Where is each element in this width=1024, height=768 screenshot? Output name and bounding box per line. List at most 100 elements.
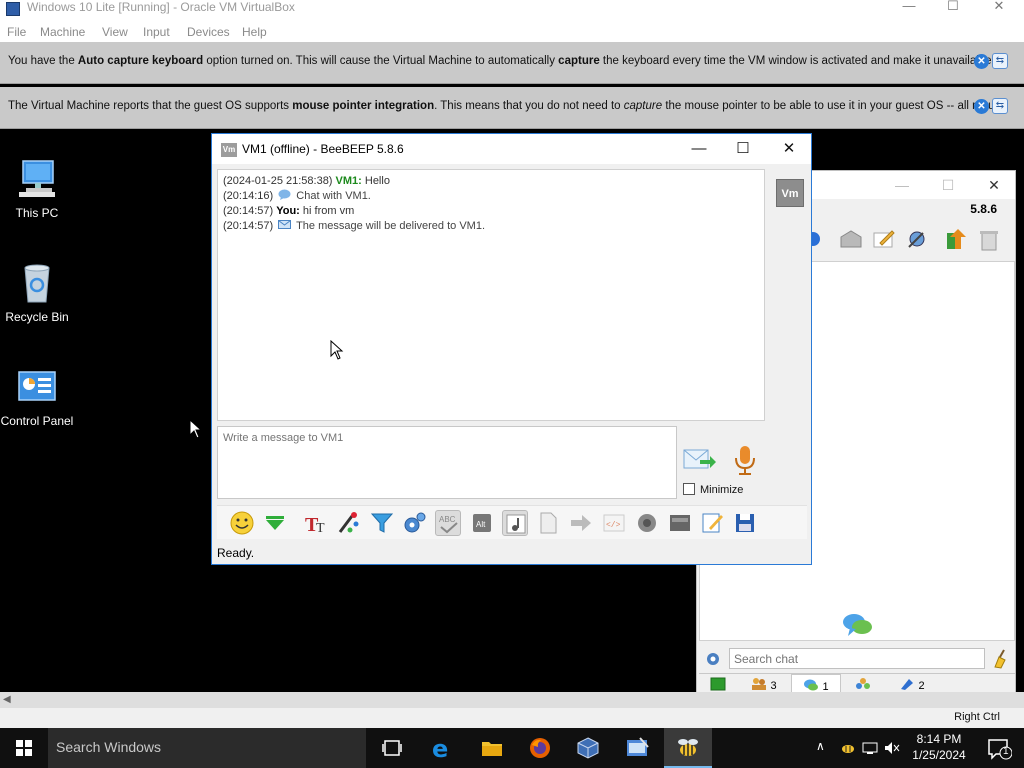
- beebeep-tray-icon[interactable]: [840, 740, 856, 756]
- files-icon: [901, 679, 914, 690]
- home-icon: [710, 677, 726, 691]
- minimize-checkbox[interactable]: [683, 483, 695, 495]
- menu-input[interactable]: Input: [143, 25, 170, 39]
- menu-devices[interactable]: Devices: [187, 25, 230, 39]
- chat-settings-button[interactable]: [402, 510, 428, 536]
- update-icon[interactable]: [944, 227, 968, 251]
- network-tray-icon[interactable]: [862, 740, 878, 756]
- virtualbox-cube-icon: [577, 737, 599, 759]
- menu-machine[interactable]: Machine: [40, 25, 85, 39]
- menu-view[interactable]: View: [102, 25, 128, 39]
- tab-count: 2: [918, 680, 925, 692]
- alt-button[interactable]: Alt: [469, 510, 495, 536]
- virtualbox-button[interactable]: [564, 728, 612, 768]
- avatar[interactable]: Vm: [776, 179, 804, 207]
- chat-minimize-button[interactable]: —: [684, 138, 714, 160]
- menu-file[interactable]: File: [7, 25, 26, 39]
- desktop-icon-label: Recycle Bin: [5, 310, 69, 324]
- firefox-icon: [530, 738, 550, 758]
- taskbar-search-box[interactable]: Search Windows: [48, 728, 366, 768]
- users-icon: [752, 678, 767, 690]
- scroll-left-icon[interactable]: ◀: [3, 694, 11, 705]
- code-button[interactable]: </>: [601, 510, 627, 536]
- calculator-app-button[interactable]: [614, 728, 662, 768]
- action-center-button[interactable]: 1: [976, 728, 1024, 768]
- side-maximize-button[interactable]: ☐: [933, 175, 963, 195]
- tools-icon[interactable]: [905, 229, 929, 249]
- save-chat-button[interactable]: [732, 510, 758, 536]
- send-file-button[interactable]: [262, 510, 288, 536]
- start-button[interactable]: [0, 728, 48, 768]
- record-button[interactable]: [634, 510, 660, 536]
- note-button[interactable]: [699, 510, 725, 536]
- sound-button[interactable]: [502, 510, 528, 536]
- side-close-button[interactable]: ✕: [979, 175, 1009, 195]
- svg-text:Alt: Alt: [476, 520, 486, 529]
- minimize-checkbox-row[interactable]: Minimize: [683, 483, 743, 496]
- task-view-button[interactable]: [368, 728, 416, 768]
- message-sender: VM1:: [335, 175, 362, 187]
- beebeep-app-icon: Vm: [221, 143, 237, 157]
- trash-icon[interactable]: [977, 229, 1001, 251]
- send-button[interactable]: [682, 444, 718, 474]
- beebeep-taskbar-button[interactable]: [664, 728, 712, 768]
- host-close-button[interactable]: ✕: [976, 0, 1022, 14]
- message-input-box[interactable]: [217, 426, 677, 499]
- notice-close-icon[interactable]: ✕: [974, 99, 989, 114]
- firefox-button[interactable]: [516, 728, 564, 768]
- host-key-label: Right Ctrl: [954, 711, 1000, 723]
- filter-button[interactable]: [369, 510, 395, 536]
- folder-icon: [482, 742, 502, 756]
- notice-close-icon[interactable]: ✕: [974, 54, 989, 69]
- notice-dont-show-icon[interactable]: ⇆: [992, 53, 1008, 69]
- file-button[interactable]: [535, 510, 561, 536]
- message-text: Hello: [361, 175, 390, 187]
- clear-broom-icon[interactable]: [991, 649, 1009, 669]
- screenshot-button[interactable]: [667, 510, 693, 536]
- notice-italic-text: capture: [623, 100, 663, 112]
- desktop-icon-recycle-bin[interactable]: Recycle Bin: [0, 262, 77, 324]
- font-button[interactable]: TT: [303, 510, 329, 536]
- spellcheck-button[interactable]: ABC: [435, 510, 461, 536]
- message-timestamp: (2024-01-25 21:58:38): [223, 175, 333, 187]
- inbox-icon[interactable]: [839, 229, 863, 249]
- chat-messages[interactable]: (2024-01-25 21:58:38) VM1: Hello (20:14:…: [217, 169, 765, 421]
- emoticon-button[interactable]: [229, 510, 255, 536]
- forward-button[interactable]: [568, 510, 594, 536]
- voice-message-button[interactable]: [732, 444, 758, 476]
- chat-toolbar: TT ABC Alt </>: [217, 505, 807, 539]
- side-minimize-button[interactable]: —: [887, 175, 917, 195]
- chat-window-title: VM1 (offline) - BeeBEEP 5.8.6: [242, 142, 404, 156]
- notice-dont-show-icon[interactable]: ⇆: [992, 98, 1008, 114]
- font-icon: TT: [305, 514, 325, 536]
- notice-text-part: option turned on. This will cause the Vi…: [203, 55, 559, 67]
- menu-help[interactable]: Help: [242, 25, 267, 39]
- music-note-icon: [506, 514, 526, 534]
- settings-gear-icon[interactable]: [704, 650, 722, 668]
- message-timestamp: (20:14:57): [223, 220, 274, 232]
- bee-icon: [678, 739, 698, 756]
- chat-maximize-button[interactable]: ☐: [728, 138, 758, 160]
- chat-close-button[interactable]: ✕: [774, 138, 804, 160]
- font-color-button[interactable]: [336, 510, 362, 536]
- message-input[interactable]: [223, 432, 671, 444]
- forward-icon: [571, 515, 591, 531]
- chat-window-titlebar[interactable]: Vm VM1 (offline) - BeeBEEP 5.8.6 — ☐ ✕: [212, 134, 811, 164]
- show-hidden-icons-icon[interactable]: ∧: [816, 739, 825, 753]
- notice-text: The Virtual Machine reports that the gue…: [8, 100, 1007, 112]
- edit-icon[interactable]: [872, 229, 896, 249]
- desktop-icon-this-pc[interactable]: This PC: [0, 158, 77, 220]
- host-maximize-button[interactable]: ☐: [930, 0, 976, 14]
- chat-bubble-icon: [278, 189, 291, 200]
- horizontal-scrollbar[interactable]: ◀: [0, 692, 1024, 708]
- host-status-bar: Right Ctrl: [0, 708, 1024, 728]
- desktop-icon-control-panel[interactable]: Control Panel: [0, 366, 77, 428]
- file-explorer-button[interactable]: [468, 728, 516, 768]
- notice-text-part: the keyboard every time the VM window is…: [599, 55, 1005, 67]
- host-minimize-button[interactable]: —: [886, 0, 932, 14]
- edge-button[interactable]: e: [418, 728, 466, 768]
- search-chat-input[interactable]: [729, 648, 985, 669]
- taskbar-clock[interactable]: 8:14 PM 1/25/2024: [898, 731, 980, 763]
- host-titlebar: Windows 10 Lite [Running] - Oracle VM Vi…: [0, 0, 1024, 22]
- chat-message: (20:14:57) The message will be delivered…: [223, 219, 759, 234]
